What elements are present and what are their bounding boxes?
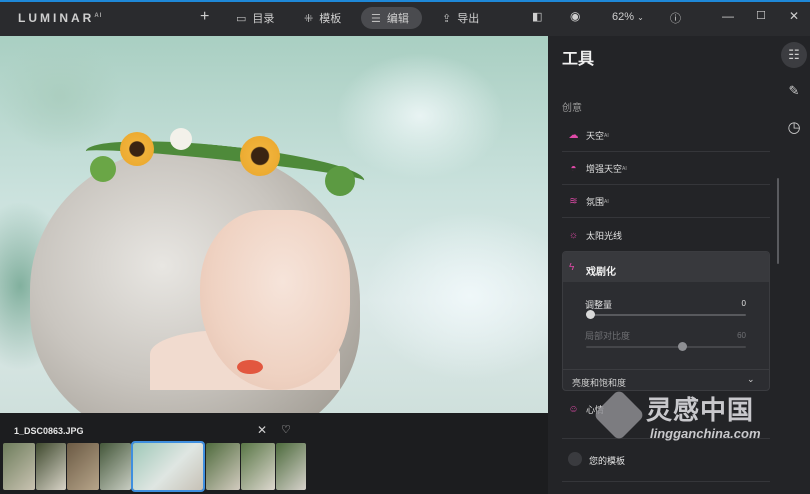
close-window-button[interactable]: ✕ — [789, 9, 799, 23]
preset-icon — [568, 452, 582, 466]
folder-icon: ▭ — [236, 12, 247, 25]
thumbnail[interactable] — [206, 443, 240, 490]
white-flower — [170, 128, 192, 150]
sky-enhance-icon: ◓ — [570, 163, 577, 174]
slider-local-contrast-label: 局部对比度 — [585, 331, 631, 341]
slider-amount-track[interactable] — [586, 314, 746, 316]
chevron-down-icon[interactable]: ⌄ — [747, 374, 755, 385]
watermark-url: lingganchina.com — [650, 426, 761, 441]
photo-lips — [237, 360, 263, 374]
thumbnail[interactable] — [36, 443, 66, 490]
divider — [562, 151, 770, 152]
heart-icon[interactable]: ♡ — [281, 423, 291, 436]
drama-icon: ϟ — [569, 262, 575, 273]
drama-title[interactable]: 戏剧化 — [586, 263, 616, 278]
divider — [563, 369, 769, 370]
maximize-button[interactable]: ☐ — [756, 9, 766, 22]
thumbnail[interactable] — [276, 443, 306, 490]
templates-icon: ⁜ — [304, 12, 314, 25]
watermark-logo — [592, 388, 646, 442]
section-creative: 创意 — [562, 103, 582, 114]
sunflower — [120, 132, 154, 166]
thumbnail-selected[interactable] — [131, 441, 205, 492]
sun-rays-icon: ☼ — [568, 230, 579, 241]
tab-templates[interactable]: ⁜ 模板 — [304, 7, 341, 29]
sunflower — [240, 136, 280, 176]
thumbnail[interactable] — [67, 443, 99, 490]
info-icon[interactable]: ⓘ — [670, 10, 681, 26]
tool-sky-enhance[interactable]: ◓ 增强天空 AI — [568, 162, 626, 175]
slider-amount-knob[interactable] — [585, 310, 595, 319]
divider — [562, 217, 770, 218]
tab-edit[interactable]: ☰ 编辑 — [361, 7, 422, 29]
divider — [562, 184, 770, 185]
watermark: 灵感中国 lingganchina.com — [592, 388, 796, 458]
sliders-icon: ☰ — [371, 12, 381, 25]
minimize-button[interactable]: — — [722, 9, 734, 23]
slider-local-contrast-track[interactable] — [586, 346, 746, 348]
filename-label: 1_DSC0863.JPG — [14, 426, 84, 436]
zoom-dropdown[interactable]: 62% ⌄ — [612, 11, 644, 23]
export-icon: ⇪ — [442, 12, 452, 25]
tool-atmosphere[interactable]: ≋ 氛围 AI — [568, 195, 608, 208]
slider-local-contrast-knob[interactable] — [677, 342, 687, 351]
cloud-icon: ☁ — [568, 130, 579, 141]
close-icon[interactable]: ✕ — [257, 423, 267, 437]
tab-catalog[interactable]: ▭ 目录 — [236, 7, 274, 29]
chevron-down-icon: ⌄ — [637, 13, 644, 22]
divider — [562, 481, 770, 482]
add-photos-button[interactable]: + — [200, 8, 209, 26]
slider-amount-value[interactable]: 0 — [720, 299, 746, 308]
app-logo: LUMINARAI — [18, 11, 103, 25]
thumbnail[interactable] — [100, 443, 131, 490]
tab-export[interactable]: ⇪ 导出 — [442, 7, 479, 29]
panel-scrollbar[interactable] — [777, 178, 779, 264]
mood-icon: ☺ — [568, 404, 579, 415]
accent-line — [0, 0, 810, 2]
atmosphere-icon: ≋ — [569, 196, 578, 207]
history-icon[interactable]: ◷ — [781, 114, 807, 140]
leaf-cluster — [325, 166, 355, 196]
thumbnail[interactable] — [241, 443, 275, 490]
tool-sky[interactable]: ☁ 天空 AI — [568, 129, 609, 142]
brush-icon[interactable]: ✎ — [781, 78, 807, 104]
adjustments-icon[interactable]: ☷ — [781, 42, 807, 68]
leaf-cluster — [90, 156, 116, 182]
eye-icon[interactable]: ◉ — [570, 9, 580, 23]
panel-title: 工具 — [562, 51, 595, 68]
tool-sun-rays[interactable]: ☼ 太阳光线 — [568, 229, 622, 242]
watermark-title: 灵感中国 — [646, 395, 755, 425]
compare-icon[interactable]: ◧ — [532, 10, 542, 23]
thumbnail[interactable] — [3, 443, 35, 490]
photo-canvas[interactable] — [0, 36, 548, 413]
slider-local-contrast-value[interactable]: 60 — [720, 331, 746, 340]
